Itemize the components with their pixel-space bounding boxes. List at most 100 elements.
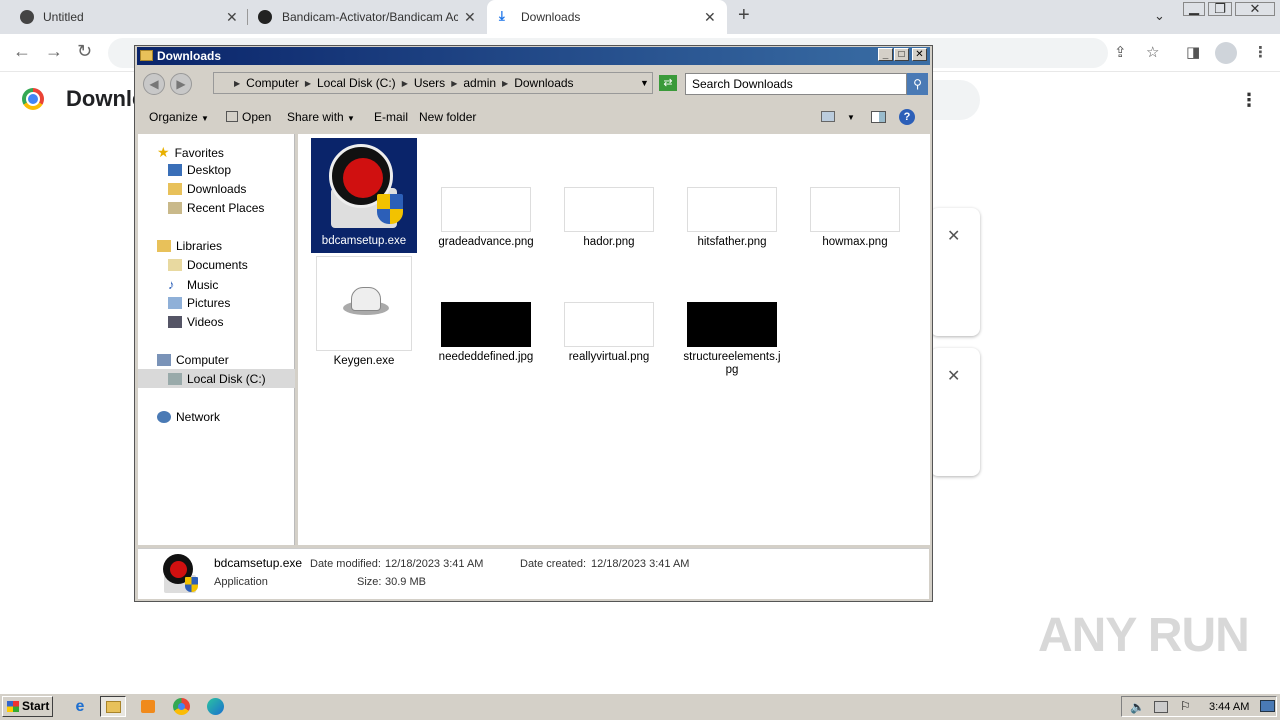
minimize-button[interactable]: _ — [878, 48, 893, 61]
profile-avatar[interactable] — [1215, 42, 1237, 64]
close-icon[interactable]: ✕ — [947, 366, 960, 386]
file-item[interactable]: bdcamsetup.exe — [311, 138, 417, 253]
close-icon[interactable]: ✕ — [464, 9, 476, 26]
music-icon: ♪ — [168, 277, 175, 292]
window-titlebar[interactable]: Downloads — [137, 47, 930, 65]
nav-pictures[interactable]: Pictures — [168, 296, 230, 310]
github-icon — [258, 10, 272, 24]
disk-icon — [168, 373, 182, 385]
forward-button[interactable]: ▶ — [170, 73, 192, 95]
new-tab-icon[interactable]: + — [738, 4, 750, 27]
detail-modified-label: Date modified: — [310, 558, 381, 570]
address-breadcrumb[interactable]: ▶ Computer ▶ Local Disk (C:) ▶ Users ▶ a… — [213, 72, 653, 94]
videos-icon — [168, 316, 182, 328]
close-icon[interactable]: ✕ — [226, 9, 238, 26]
nav-music[interactable]: ♪ Music — [168, 277, 218, 292]
breadcrumb-local-disk[interactable]: Local Disk (C:) — [317, 76, 396, 90]
clock: 3:44 AM — [1209, 701, 1250, 713]
nav-desktop[interactable]: Desktop — [168, 163, 231, 177]
page-menu-icon[interactable]: ⋮ — [1240, 90, 1258, 111]
nav-downloads[interactable]: Downloads — [168, 182, 246, 196]
documents-icon — [168, 259, 182, 271]
reload-icon[interactable]: ↻ — [77, 41, 92, 62]
minimize-icon[interactable]: ▁ — [1183, 1, 1205, 16]
file-item[interactable]: neededdefined.jpg — [433, 302, 539, 364]
edge-icon[interactable] — [202, 696, 228, 717]
chevron-right-icon: ▶ — [401, 78, 408, 88]
new-folder-button[interactable]: New folder — [419, 110, 476, 124]
detail-created-label: Date created: — [520, 558, 587, 570]
side-panel-icon[interactable]: ◨ — [1186, 43, 1200, 61]
detail-size: 30.9 MB — [385, 576, 426, 588]
file-item[interactable]: Keygen.exe — [311, 256, 417, 368]
search-icon[interactable]: ⚲ — [907, 73, 928, 95]
detail-modified: 12/18/2023 3:41 AM — [385, 558, 484, 570]
help-icon[interactable]: ? — [899, 109, 915, 125]
volume-icon[interactable]: 🔈 — [1130, 700, 1145, 714]
close-icon[interactable]: ✕ — [947, 226, 960, 246]
search-input[interactable]: Search Downloads — [685, 73, 907, 95]
preview-pane-icon[interactable] — [871, 111, 886, 123]
file-name: Keygen.exe — [333, 355, 395, 367]
start-button[interactable]: Start — [2, 696, 53, 717]
close-button[interactable]: ✕ — [912, 48, 927, 61]
view-icon[interactable] — [821, 111, 835, 122]
bandicam-icon — [158, 553, 200, 595]
back-arrow-icon[interactable]: ← — [13, 41, 31, 62]
nav-favorites[interactable]: ★ Favorites — [157, 144, 224, 161]
nav-network[interactable]: Network — [157, 410, 220, 424]
page-title: Downle — [66, 86, 145, 111]
organize-button[interactable]: Organize ▼ — [149, 110, 209, 124]
nav-libraries[interactable]: Libraries — [157, 239, 222, 253]
file-item[interactable]: howmax.png — [802, 187, 908, 249]
image-thumbnail — [564, 302, 654, 347]
chrome-taskbar-icon[interactable] — [168, 696, 194, 717]
open-button[interactable]: Open — [226, 110, 271, 124]
anyrun-watermark: ANY RUN — [1038, 609, 1250, 662]
breadcrumb-downloads[interactable]: Downloads — [514, 76, 573, 90]
breadcrumb-users[interactable]: Users — [414, 76, 445, 90]
media-player-icon[interactable] — [134, 696, 160, 717]
share-with-button[interactable]: Share with ▼ — [287, 110, 355, 124]
nav-local-disk[interactable]: Local Disk (C:) — [168, 372, 266, 386]
tab-search-icon[interactable]: ⌄ — [1154, 8, 1165, 24]
bookmark-star-icon[interactable]: ☆ — [1146, 43, 1159, 61]
desktop-icon — [168, 164, 182, 176]
share-icon[interactable]: ⇪ — [1114, 43, 1127, 61]
file-item[interactable]: gradeadvance.png — [433, 187, 539, 249]
breadcrumb-computer[interactable]: Computer — [246, 76, 299, 90]
nav-videos[interactable]: Videos — [168, 315, 223, 329]
show-desktop-icon[interactable] — [1260, 700, 1275, 712]
file-name: structureelements.jpg — [683, 351, 781, 376]
back-button[interactable]: ◀ — [143, 73, 165, 95]
tab-downloads[interactable]: ⤓ Downloads ✕ — [487, 0, 727, 34]
close-icon[interactable]: ✕ — [704, 9, 716, 26]
refresh-icon[interactable]: ⇄ — [659, 75, 677, 91]
file-item[interactable]: structureelements.jpg — [679, 302, 785, 377]
chevron-down-icon[interactable]: ▼ — [640, 78, 649, 88]
nav-recent-places[interactable]: Recent Places — [168, 201, 264, 215]
email-button[interactable]: E-mail — [374, 110, 408, 124]
chevron-down-icon[interactable]: ▼ — [847, 113, 855, 122]
file-item[interactable]: reallyvirtual.png — [556, 302, 662, 364]
file-item[interactable]: hitsfather.png — [679, 187, 785, 249]
window-title: Downloads — [157, 49, 222, 63]
network-tray-icon[interactable] — [1154, 701, 1168, 713]
ie-icon[interactable]: e — [67, 696, 93, 717]
downloads-folder-icon — [168, 183, 182, 195]
tab-untitled[interactable]: Untitled ✕ — [10, 0, 246, 34]
maximize-button[interactable]: □ — [894, 48, 909, 61]
restore-icon[interactable]: ❐ — [1208, 2, 1232, 16]
explorer-taskbar-icon[interactable] — [100, 696, 126, 717]
bandicam-icon — [319, 142, 409, 232]
close-window-icon[interactable]: ✕ — [1235, 2, 1275, 16]
nav-computer[interactable]: Computer — [157, 353, 229, 367]
flag-icon[interactable]: ⚐ — [1180, 699, 1191, 713]
file-item[interactable]: hador.png — [556, 187, 662, 249]
tab-bandicam-activator[interactable]: Bandicam-Activator/Bandicam Activa ✕ — [248, 0, 484, 34]
menu-dots-icon[interactable]: ⋮ — [1253, 43, 1268, 61]
nav-documents[interactable]: Documents — [168, 258, 248, 272]
forward-arrow-icon[interactable]: → — [45, 41, 63, 62]
breadcrumb-admin[interactable]: admin — [463, 76, 496, 90]
chevron-right-icon: ▶ — [451, 78, 458, 88]
